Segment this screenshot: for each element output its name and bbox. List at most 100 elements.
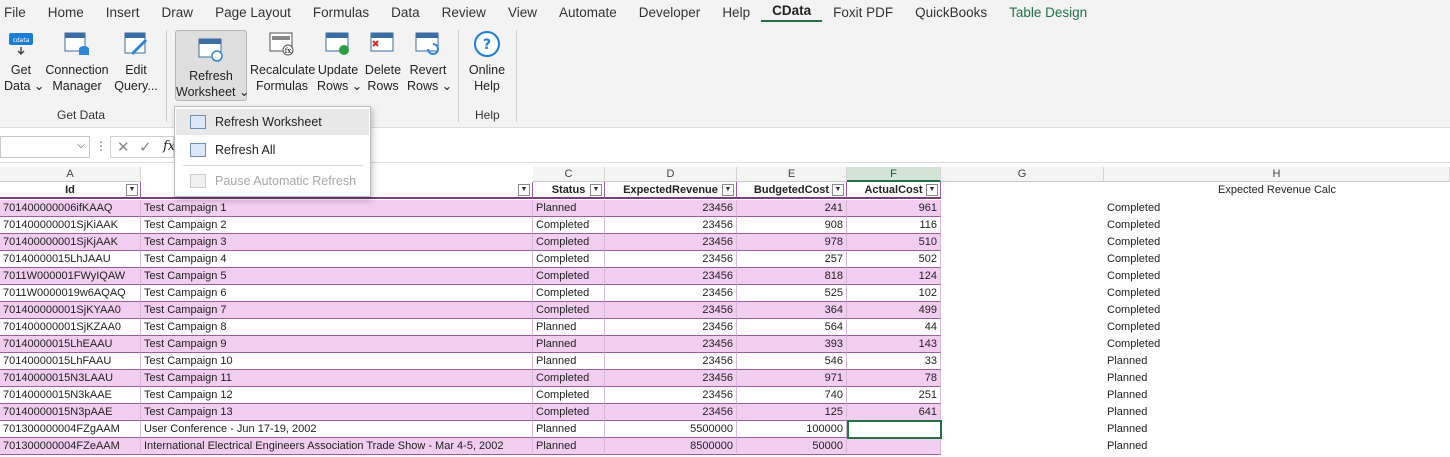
table-cell-id[interactable]: 7011W000001FWyIQAW [0, 268, 141, 285]
table-cell-name[interactable]: User Conference - Jun 17-19, 2002 [141, 421, 533, 438]
table-cell-name[interactable]: Test Campaign 12 [141, 387, 533, 404]
table-cell-expected[interactable]: 23456 [605, 404, 737, 421]
table-cell-status[interactable]: Completed [533, 404, 605, 421]
menu-cdata[interactable]: CData [761, 3, 823, 22]
menu-draw[interactable]: Draw [151, 5, 205, 20]
table-cell-name[interactable]: Test Campaign 2 [141, 217, 533, 234]
menu-quickbooks[interactable]: QuickBooks [904, 5, 998, 20]
table-cell-id[interactable]: 70140000015LhJAAU [0, 251, 141, 268]
menu-item-refresh-all[interactable]: Refresh All [176, 137, 369, 163]
table-cell-status[interactable]: Completed [533, 234, 605, 251]
enter-icon[interactable]: ✓ [139, 138, 152, 156]
table-cell-status[interactable]: Completed [533, 251, 605, 268]
table-cell-name[interactable]: Test Campaign 7 [141, 302, 533, 319]
table-cell-actual[interactable]: 961 [847, 200, 941, 217]
table-cell-calc[interactable]: Completed [1104, 217, 1450, 234]
table-cell-calc[interactable]: Completed [1104, 268, 1450, 285]
table-cell-budgeted[interactable]: 125 [737, 404, 847, 421]
table-cell-actual[interactable] [847, 438, 941, 455]
table-cell-expected[interactable]: 5500000 [605, 421, 737, 438]
table-cell-calc[interactable]: Planned [1104, 387, 1450, 404]
table-cell-budgeted[interactable]: 978 [737, 234, 847, 251]
menu-foxit-pdf[interactable]: Foxit PDF [822, 5, 904, 20]
menu-insert[interactable]: Insert [95, 5, 151, 20]
table-cell-actual[interactable]: 143 [847, 336, 941, 353]
column-header-e[interactable]: E [737, 167, 847, 182]
table-cell-expected[interactable]: 23456 [605, 319, 737, 336]
filter-dropdown-icon[interactable]: ▼ [590, 184, 602, 196]
menu-table-design[interactable]: Table Design [998, 5, 1098, 20]
menu-review[interactable]: Review [431, 5, 497, 20]
get-data-button[interactable]: cdata Get Data ⌄ [4, 30, 44, 94]
table-cell-status[interactable]: Planned [533, 353, 605, 370]
table-cell-calc[interactable]: Planned [1104, 404, 1450, 421]
table-cell-name[interactable]: Test Campaign 11 [141, 370, 533, 387]
filter-dropdown-icon[interactable]: ▼ [832, 184, 844, 196]
update-rows-button[interactable]: Update Rows ⌄ [317, 30, 362, 94]
table-cell-expected[interactable]: 23456 [605, 370, 737, 387]
menu-help[interactable]: Help [711, 5, 761, 20]
table-cell-budgeted[interactable]: 50000 [737, 438, 847, 455]
refresh-worksheet-button[interactable]: Refresh Worksheet ⌄ [175, 30, 249, 101]
table-cell-status[interactable]: Planned [533, 319, 605, 336]
table-cell-name[interactable]: Test Campaign 5 [141, 268, 533, 285]
menu-data[interactable]: Data [380, 5, 431, 20]
table-cell-actual[interactable]: 499 [847, 302, 941, 319]
table-cell-expected[interactable]: 23456 [605, 336, 737, 353]
revert-rows-button[interactable]: Revert Rows ⌄ [407, 30, 452, 94]
table-cell-id[interactable]: 701400000006ifKAAQ [0, 200, 141, 217]
table-cell-id[interactable]: 70140000015LhEAAU [0, 336, 141, 353]
table-cell-calc[interactable]: Completed [1104, 285, 1450, 302]
table-cell-actual[interactable]: 78 [847, 370, 941, 387]
menu-page-layout[interactable]: Page Layout [204, 5, 302, 20]
table-cell-calc[interactable]: Completed [1104, 251, 1450, 268]
table-cell-name[interactable]: Test Campaign 3 [141, 234, 533, 251]
table-cell-actual[interactable]: 502 [847, 251, 941, 268]
table-cell-actual[interactable]: 124 [847, 268, 941, 285]
table-cell-calc[interactable]: Completed [1104, 319, 1450, 336]
recalculate-formulas-button[interactable]: fx Recalculate Formulas [250, 30, 315, 94]
table-cell-id[interactable]: 701400000001SjKjAAK [0, 234, 141, 251]
menu-home[interactable]: Home [37, 5, 95, 20]
menu-view[interactable]: View [497, 5, 548, 20]
table-cell-id[interactable]: 701400000001SjKiAAK [0, 217, 141, 234]
table-cell-budgeted[interactable]: 564 [737, 319, 847, 336]
table-cell-expected[interactable]: 23456 [605, 302, 737, 319]
filter-dropdown-icon[interactable]: ▼ [926, 184, 938, 196]
table-cell-id[interactable]: 701300000004FZgAAM [0, 421, 141, 438]
table-cell-id[interactable]: 7011W0000019w6AQAQ [0, 285, 141, 302]
table-cell-budgeted[interactable]: 100000 [737, 421, 847, 438]
table-cell-budgeted[interactable]: 257 [737, 251, 847, 268]
table-cell-id[interactable]: 701400000001SjKYAA0 [0, 302, 141, 319]
table-cell-name[interactable]: Test Campaign 6 [141, 285, 533, 302]
column-header-c[interactable]: C [533, 167, 605, 182]
table-cell-status[interactable]: Planned [533, 421, 605, 438]
table-cell-name[interactable]: Test Campaign 8 [141, 319, 533, 336]
table-cell-status[interactable]: Completed [533, 370, 605, 387]
table-cell-name[interactable]: Test Campaign 10 [141, 353, 533, 370]
menu-formulas[interactable]: Formulas [302, 5, 380, 20]
chevron-down-icon[interactable]: ⌵ [77, 140, 85, 151]
table-cell-expected[interactable]: 23456 [605, 217, 737, 234]
table-cell-name[interactable]: Test Campaign 1 [141, 200, 533, 217]
table-cell-budgeted[interactable]: 241 [737, 200, 847, 217]
table-cell-id[interactable]: 70140000015N3kAAE [0, 387, 141, 404]
table-cell-name[interactable]: Test Campaign 13 [141, 404, 533, 421]
connection-manager-button[interactable]: Connection Manager [44, 30, 110, 94]
table-cell-id[interactable]: 70140000015N3pAAE [0, 404, 141, 421]
filter-dropdown-icon[interactable]: ▼ [722, 184, 734, 196]
table-cell-budgeted[interactable]: 393 [737, 336, 847, 353]
table-cell-calc[interactable]: Completed [1104, 234, 1450, 251]
table-cell-budgeted[interactable]: 908 [737, 217, 847, 234]
column-header-f[interactable]: F [847, 167, 941, 182]
table-cell-status[interactable]: Planned [533, 438, 605, 455]
table-cell-calc[interactable]: Completed [1104, 336, 1450, 353]
online-help-button[interactable]: ? Online Help [467, 30, 507, 94]
name-box[interactable]: ⌵ [0, 136, 90, 158]
filter-dropdown-icon[interactable]: ▼ [518, 184, 530, 196]
table-cell-actual[interactable]: 102 [847, 285, 941, 302]
table-cell-budgeted[interactable]: 971 [737, 370, 847, 387]
table-cell-expected[interactable]: 23456 [605, 251, 737, 268]
table-cell-id[interactable]: 701400000001SjKZAA0 [0, 319, 141, 336]
table-cell-calc[interactable]: Completed [1104, 302, 1450, 319]
